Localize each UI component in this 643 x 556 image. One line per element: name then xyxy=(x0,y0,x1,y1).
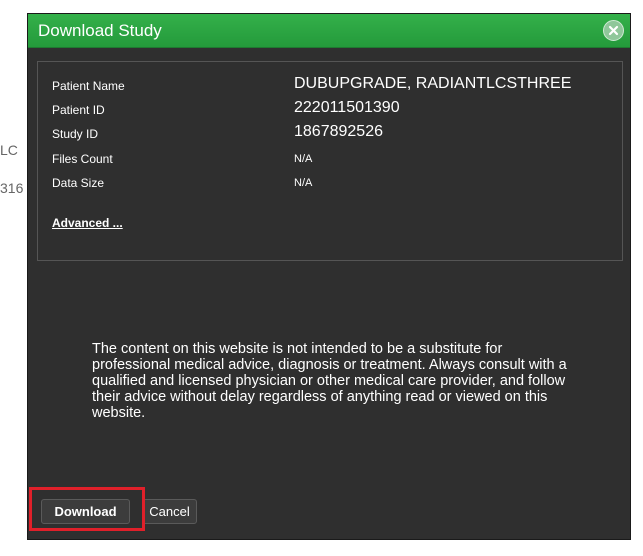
medical-disclaimer: The content on this website is not inten… xyxy=(92,341,567,421)
background-text: LC xyxy=(0,142,18,158)
data-size-value: N/A xyxy=(294,177,313,189)
files-count-value: N/A xyxy=(294,153,313,165)
data-size-label: Data Size xyxy=(52,176,105,190)
patient-id-value: 222011501390 xyxy=(294,99,400,116)
dialog-title: Download Study xyxy=(38,21,162,40)
cancel-button[interactable]: Cancel xyxy=(142,499,197,524)
study-id-value: 1867892526 xyxy=(294,123,383,140)
study-id-row: Study ID 1867892526 xyxy=(52,123,612,147)
files-count-row: Files Count N/A xyxy=(52,150,612,174)
data-size-row: Data Size N/A xyxy=(52,174,612,198)
files-count-label: Files Count xyxy=(52,152,113,166)
advanced-link[interactable]: Advanced ... xyxy=(52,216,123,230)
download-highlight-box xyxy=(29,487,145,531)
patient-name-value: DUBUPGRADE, RADIANTLCSTHREE xyxy=(294,75,572,92)
patient-id-label: Patient ID xyxy=(52,103,105,117)
dialog-titlebar[interactable]: Download Study xyxy=(28,14,630,48)
patient-id-row: Patient ID 222011501390 xyxy=(52,99,612,123)
download-study-dialog: Download Study Patient Name DUBUPGRADE, … xyxy=(27,13,631,540)
patient-name-row: Patient Name DUBUPGRADE, RADIANTLCSTHREE xyxy=(52,75,612,99)
study-info-panel: Patient Name DUBUPGRADE, RADIANTLCSTHREE… xyxy=(37,61,623,261)
study-id-label: Study ID xyxy=(52,127,99,141)
close-icon[interactable] xyxy=(603,20,624,41)
background-text: 316 xyxy=(0,180,24,196)
patient-name-label: Patient Name xyxy=(52,79,125,93)
